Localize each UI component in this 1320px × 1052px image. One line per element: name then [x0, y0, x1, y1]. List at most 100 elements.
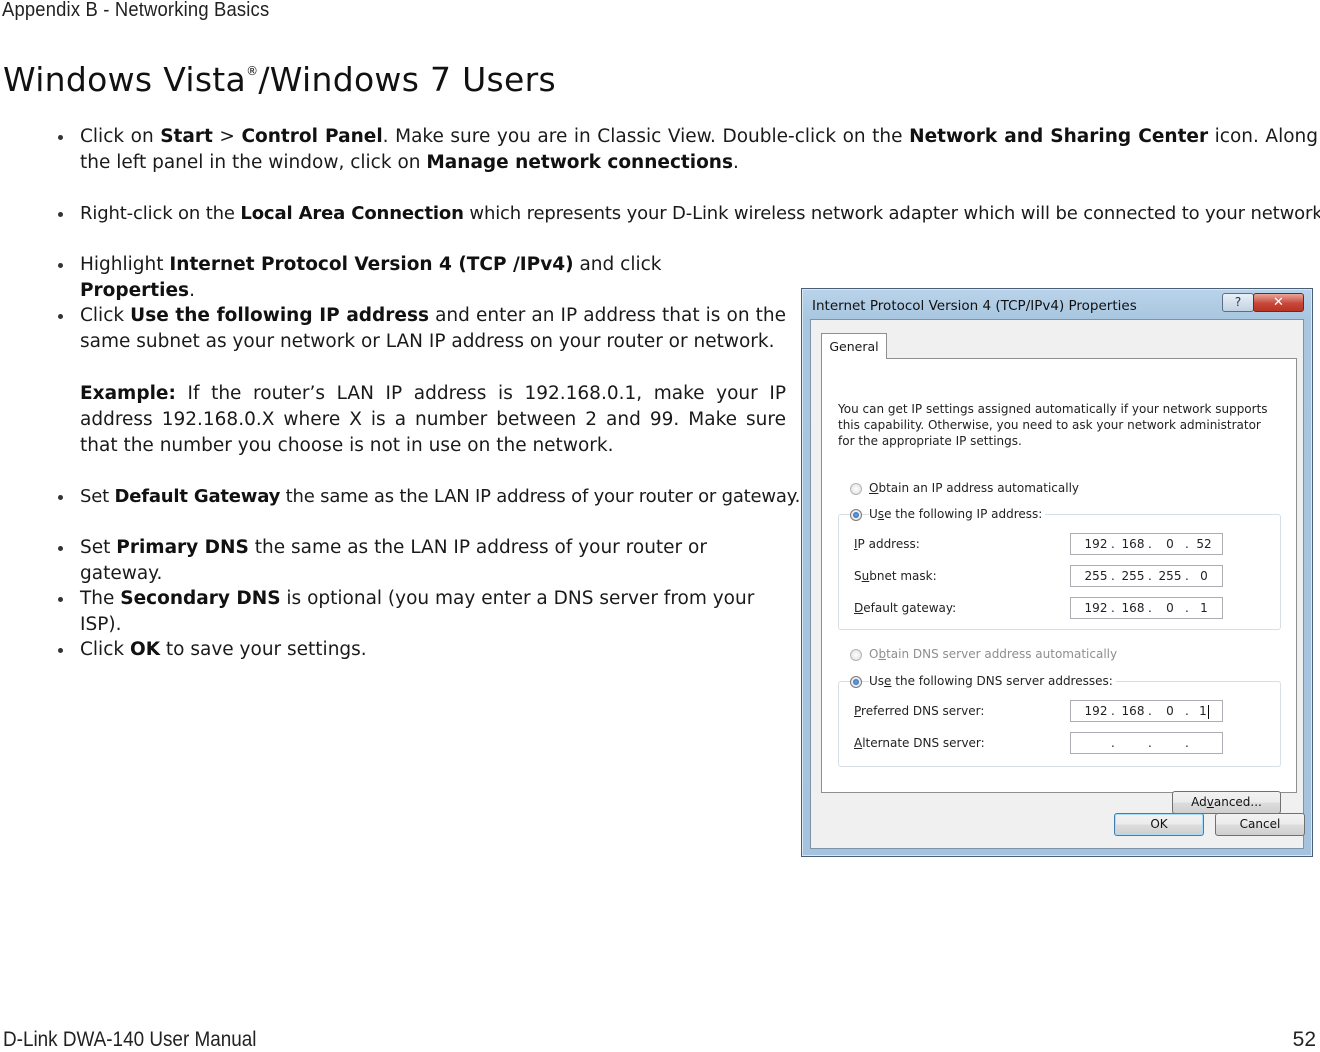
- step-text: >: [212, 126, 242, 147]
- step-text: The: [80, 588, 121, 609]
- bullet: [58, 135, 63, 140]
- step-text: Highlight: [80, 254, 170, 275]
- subnet-mask-field[interactable]: 255 255 255 0...: [1070, 565, 1223, 587]
- step-text: to save your settings.: [160, 639, 367, 660]
- ip-octet: 168: [1121, 704, 1145, 718]
- step-7: The Secondary DNS is optional (you may e…: [80, 586, 786, 638]
- ip-octet: 0: [1166, 537, 1174, 551]
- step-text: Set: [80, 537, 117, 558]
- step-example: Example: If the router’s LAN IP address …: [80, 381, 786, 459]
- ip-octet: 255: [1158, 569, 1182, 583]
- ip-octet: 52: [1196, 537, 1212, 551]
- close-button[interactable]: ✕: [1253, 293, 1304, 312]
- cancel-button[interactable]: Cancel: [1215, 813, 1305, 836]
- obtain-dns-radio[interactable]: [850, 649, 862, 661]
- ip-octet: 0: [1200, 569, 1208, 583]
- step-8: Click OK to save your settings.: [80, 637, 786, 663]
- ip-dot-separator: .: [1111, 601, 1115, 615]
- bold-term: Use the following IP address: [130, 305, 429, 326]
- title-rest: /Windows 7 Users: [258, 60, 557, 99]
- use-dns-label: Use the following DNS server addresses:: [869, 674, 1116, 688]
- obtain-ip-label: Obtain an IP address automatically: [869, 481, 1080, 495]
- tab-general[interactable]: General: [821, 333, 887, 359]
- alternate-dns-field[interactable]: ...: [1070, 732, 1223, 754]
- step-4: Click Use the following IP address and e…: [80, 303, 786, 355]
- step-2: Right-click on the Local Area Connection…: [80, 201, 1320, 227]
- ip-dot-separator: .: [1111, 569, 1115, 583]
- ip-dot-separator: .: [1111, 704, 1115, 718]
- use-ip-label: Use the following IP address:: [869, 507, 1046, 521]
- bold-term: Example:: [80, 383, 176, 404]
- ip-dot-separator: .: [1185, 569, 1189, 583]
- bold-term: OK: [129, 639, 161, 660]
- step-1: Click on Start > Control Panel. Make sur…: [80, 124, 1318, 176]
- bullet: [58, 212, 63, 217]
- ip-dot-separator: .: [1185, 736, 1189, 750]
- obtain-ip-radio[interactable]: [850, 483, 862, 495]
- step-text: If the router’s LAN IP address is 192.16…: [80, 383, 786, 456]
- step-5: Set Default Gateway the same as the LAN …: [80, 484, 800, 510]
- ok-button[interactable]: OK: [1114, 813, 1204, 836]
- obtain-dns-label: Obtain DNS server address automatically: [869, 647, 1118, 661]
- ip-octet: 192: [1084, 537, 1108, 551]
- ip-dot-separator: .: [1111, 537, 1115, 551]
- bullet: [58, 314, 63, 319]
- default-gateway-field[interactable]: 192 168 0 1...: [1070, 597, 1223, 619]
- bold-term: Network and Sharing Center: [909, 126, 1209, 147]
- step-text: the same as the LAN IP address of your r…: [280, 486, 801, 507]
- preferred-dns-field[interactable]: 192 168 0 1...: [1070, 700, 1223, 722]
- ip-octet: 0: [1166, 704, 1174, 718]
- use-ip-radio[interactable]: [850, 509, 862, 521]
- step-text: .: [733, 152, 739, 173]
- ip-octet: 192: [1084, 704, 1108, 718]
- ip-dot-separator: .: [1185, 704, 1189, 718]
- general-tab-panel: You can get IP settings assigned automat…: [821, 358, 1297, 814]
- step-text: Set: [80, 486, 115, 507]
- registered-mark: ®: [246, 64, 259, 78]
- ip-octet: 255: [1084, 569, 1108, 583]
- ip-dot-separator: .: [1148, 736, 1152, 750]
- ip-octet: 1: [1200, 601, 1208, 615]
- ip-dot-separator: .: [1148, 537, 1152, 551]
- use-dns-radio[interactable]: [850, 676, 862, 688]
- ip-dot-separator: .: [1111, 736, 1115, 750]
- alternate-dns-label: Alternate DNS server:: [854, 736, 985, 750]
- advanced-button[interactable]: Advanced...: [1172, 791, 1281, 814]
- bold-term: Internet Protocol Version 4 (TCP /IPv4): [169, 254, 574, 275]
- bold-term: Primary DNS: [116, 537, 249, 558]
- ip-dot-separator: .: [1148, 569, 1152, 583]
- default-gateway-label: Default gateway:: [854, 601, 957, 615]
- step-text: . Make sure you are in Classic View. Dou…: [382, 126, 910, 147]
- title-main: Windows Vista: [3, 60, 247, 99]
- bullet: [58, 648, 63, 653]
- section-header: Appendix B - Networking Basics: [2, 0, 270, 21]
- bold-term: Properties: [80, 280, 190, 301]
- bold-term: Default Gateway: [114, 486, 281, 507]
- step-text: Click: [80, 639, 130, 660]
- help-button[interactable]: ?: [1222, 293, 1254, 312]
- preferred-dns-label: Preferred DNS server:: [854, 704, 985, 718]
- page-title: Windows Vista®/Windows 7 Users: [3, 60, 556, 99]
- ip-octet: 255: [1121, 569, 1145, 583]
- dialog-client-area: General You can get IP settings assigned…: [810, 319, 1305, 849]
- ip-dot-separator: .: [1185, 601, 1189, 615]
- ip-dot-separator: .: [1148, 601, 1152, 615]
- bold-term: Local Area Connection: [240, 203, 464, 224]
- step-3: Highlight Internet Protocol Version 4 (T…: [80, 252, 780, 304]
- ip-octet: 0: [1166, 601, 1174, 615]
- bullet: [58, 263, 63, 268]
- bullet: [58, 597, 63, 602]
- footer-manual-name: D-Link DWA-140 User Manual: [3, 1028, 257, 1051]
- ip-dot-separator: .: [1148, 704, 1152, 718]
- step-text: which represents your D-Link wireless ne…: [463, 203, 1320, 224]
- intro-text: You can get IP settings assigned automat…: [838, 402, 1268, 448]
- bold-term: Start: [160, 126, 213, 147]
- step-text: Click: [80, 305, 131, 326]
- step-text: and click: [573, 254, 662, 275]
- ip-address-field[interactable]: 192 168 0 52...: [1070, 533, 1223, 555]
- ip-octet: 168: [1121, 601, 1145, 615]
- bullet: [58, 495, 63, 500]
- ip-dot-separator: .: [1185, 537, 1189, 551]
- bold-term: Control Panel: [241, 126, 383, 147]
- ip-octet: 168: [1121, 537, 1145, 551]
